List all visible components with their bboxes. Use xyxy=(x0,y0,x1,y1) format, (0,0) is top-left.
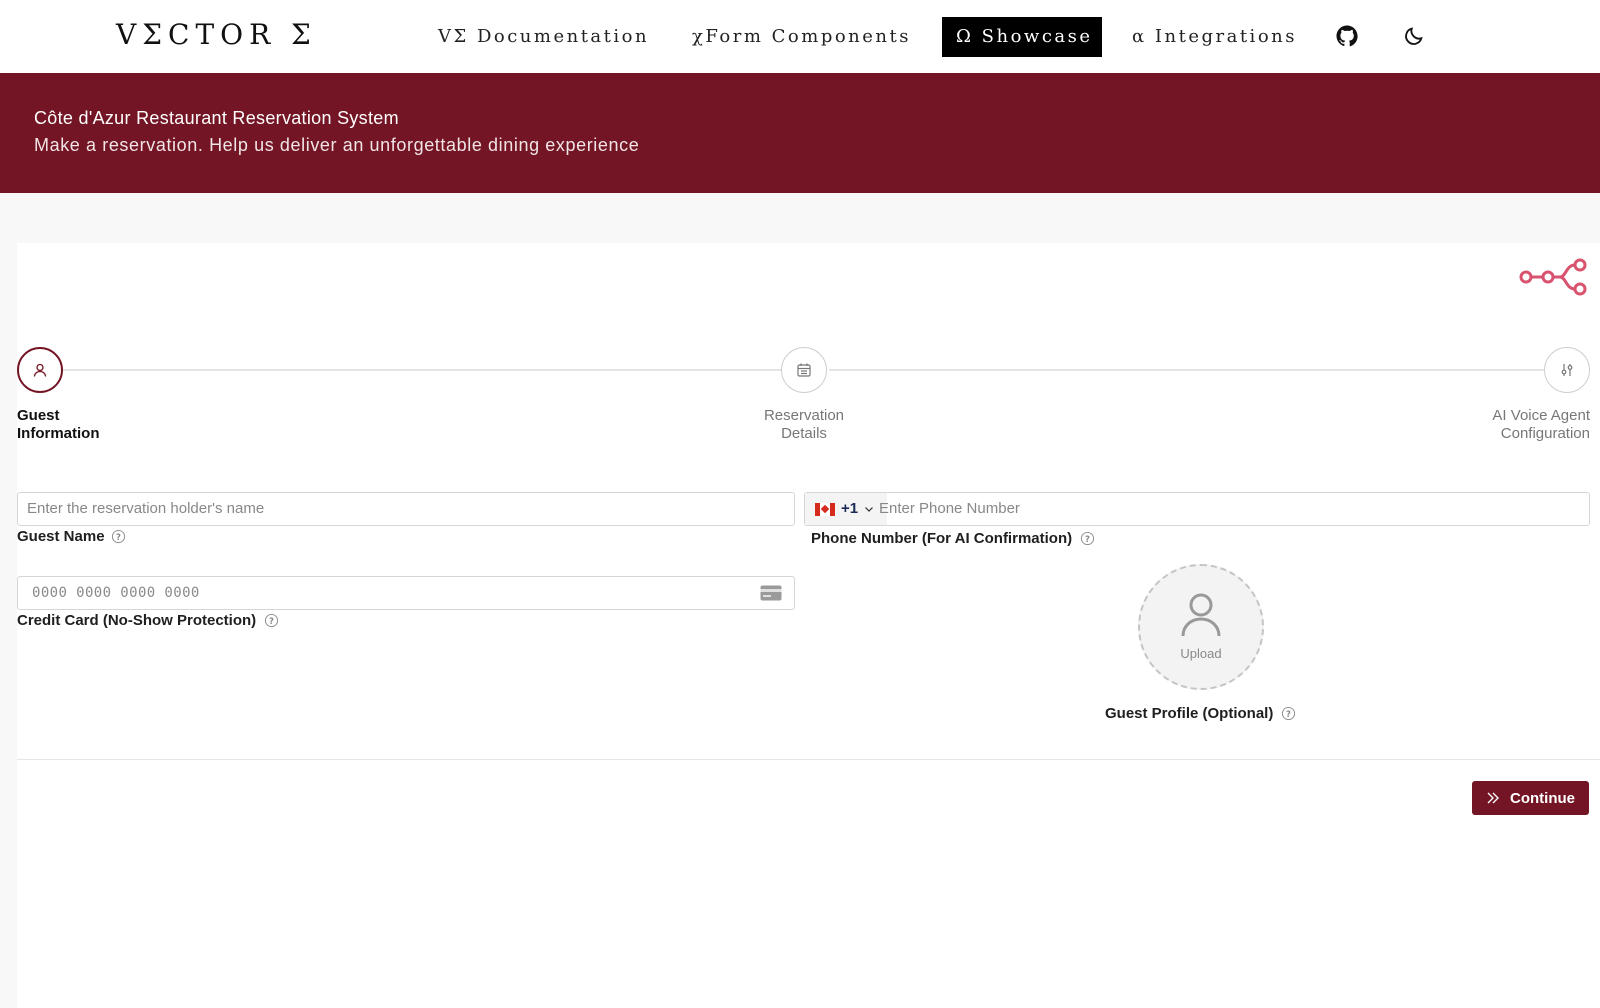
user-avatar-icon xyxy=(1181,593,1221,637)
step-label-reservation-details: Reservation Details xyxy=(763,407,845,442)
canada-flag-icon xyxy=(815,502,835,516)
credit-card-icon xyxy=(760,585,782,601)
form-divider xyxy=(17,759,1600,760)
banner-subtitle: Make a reservation. Help us deliver an u… xyxy=(34,135,640,155)
chevron-down-icon xyxy=(865,507,874,512)
nav-link-form-components[interactable]: χForm Components xyxy=(678,17,925,57)
svg-text:?: ? xyxy=(116,532,121,542)
svg-text:?: ? xyxy=(269,616,274,626)
step-guest-information[interactable] xyxy=(17,347,63,393)
credit-card-input[interactable]: 0000 0000 0000 0000 xyxy=(17,576,795,610)
step-label-ai-voice-agent: AI Voice Agent Configuration xyxy=(1492,407,1590,442)
github-icon[interactable] xyxy=(1331,20,1363,52)
help-icon[interactable]: ? xyxy=(1080,531,1095,546)
guest-profile-label: Guest Profile (Optional) ? xyxy=(1105,705,1296,722)
svg-text:?: ? xyxy=(1085,534,1090,544)
guest-name-label: Guest Name ? xyxy=(17,528,126,545)
hero-banner: Côte d'Azur Restaurant Reservation Syste… xyxy=(0,73,1600,193)
guest-name-input[interactable]: Enter the reservation holder's name xyxy=(17,492,795,526)
step-reservation-details[interactable] xyxy=(781,347,827,393)
svg-text:?: ? xyxy=(1286,709,1291,719)
chevrons-right-icon xyxy=(1487,792,1499,804)
credit-card-label: Credit Card (No-Show Protection) ? xyxy=(17,612,279,629)
stepper-connector-1 xyxy=(63,369,783,371)
phone-number-label: Phone Number (For AI Confirmation) ? xyxy=(811,530,1095,547)
reservation-form-card: Guest Information Reservation Details AI… xyxy=(17,243,1600,1008)
brand-logo[interactable]: VΣCTOR Σ xyxy=(116,18,317,51)
calendar-icon xyxy=(797,363,811,377)
sliders-icon xyxy=(1561,364,1573,376)
phone-number-input[interactable]: +1 Enter Phone Number xyxy=(804,492,1590,526)
nav-link-showcase[interactable]: Ω Showcase xyxy=(942,17,1102,57)
step-label-guest-information: Guest Information xyxy=(17,407,100,442)
nav-link-documentation[interactable]: VΣ Documentation xyxy=(424,17,663,57)
help-icon[interactable]: ? xyxy=(1281,706,1296,721)
continue-button[interactable]: Continue xyxy=(1472,781,1589,815)
stepper-connector-2 xyxy=(829,369,1547,371)
nav-link-integrations[interactable]: α Integrations xyxy=(1118,17,1311,57)
workflow-icon[interactable] xyxy=(1518,257,1590,297)
user-icon xyxy=(33,363,47,377)
upload-text: Upload xyxy=(1180,646,1222,661)
guest-profile-upload[interactable]: Upload xyxy=(1138,564,1264,690)
phone-number-placeholder: Enter Phone Number xyxy=(879,500,1020,517)
country-code-selector[interactable]: +1 xyxy=(805,493,887,525)
step-ai-voice-agent-configuration[interactable] xyxy=(1544,347,1590,393)
moon-icon[interactable] xyxy=(1398,20,1430,52)
banner-title: Côte d'Azur Restaurant Reservation Syste… xyxy=(34,108,399,128)
help-icon[interactable]: ? xyxy=(111,529,126,544)
credit-card-placeholder: 0000 0000 0000 0000 xyxy=(32,585,200,601)
top-navigation: VΣCTOR Σ VΣ Documentation χForm Componen… xyxy=(0,0,1600,73)
help-icon[interactable]: ? xyxy=(264,613,279,628)
dial-code: +1 xyxy=(841,500,859,517)
